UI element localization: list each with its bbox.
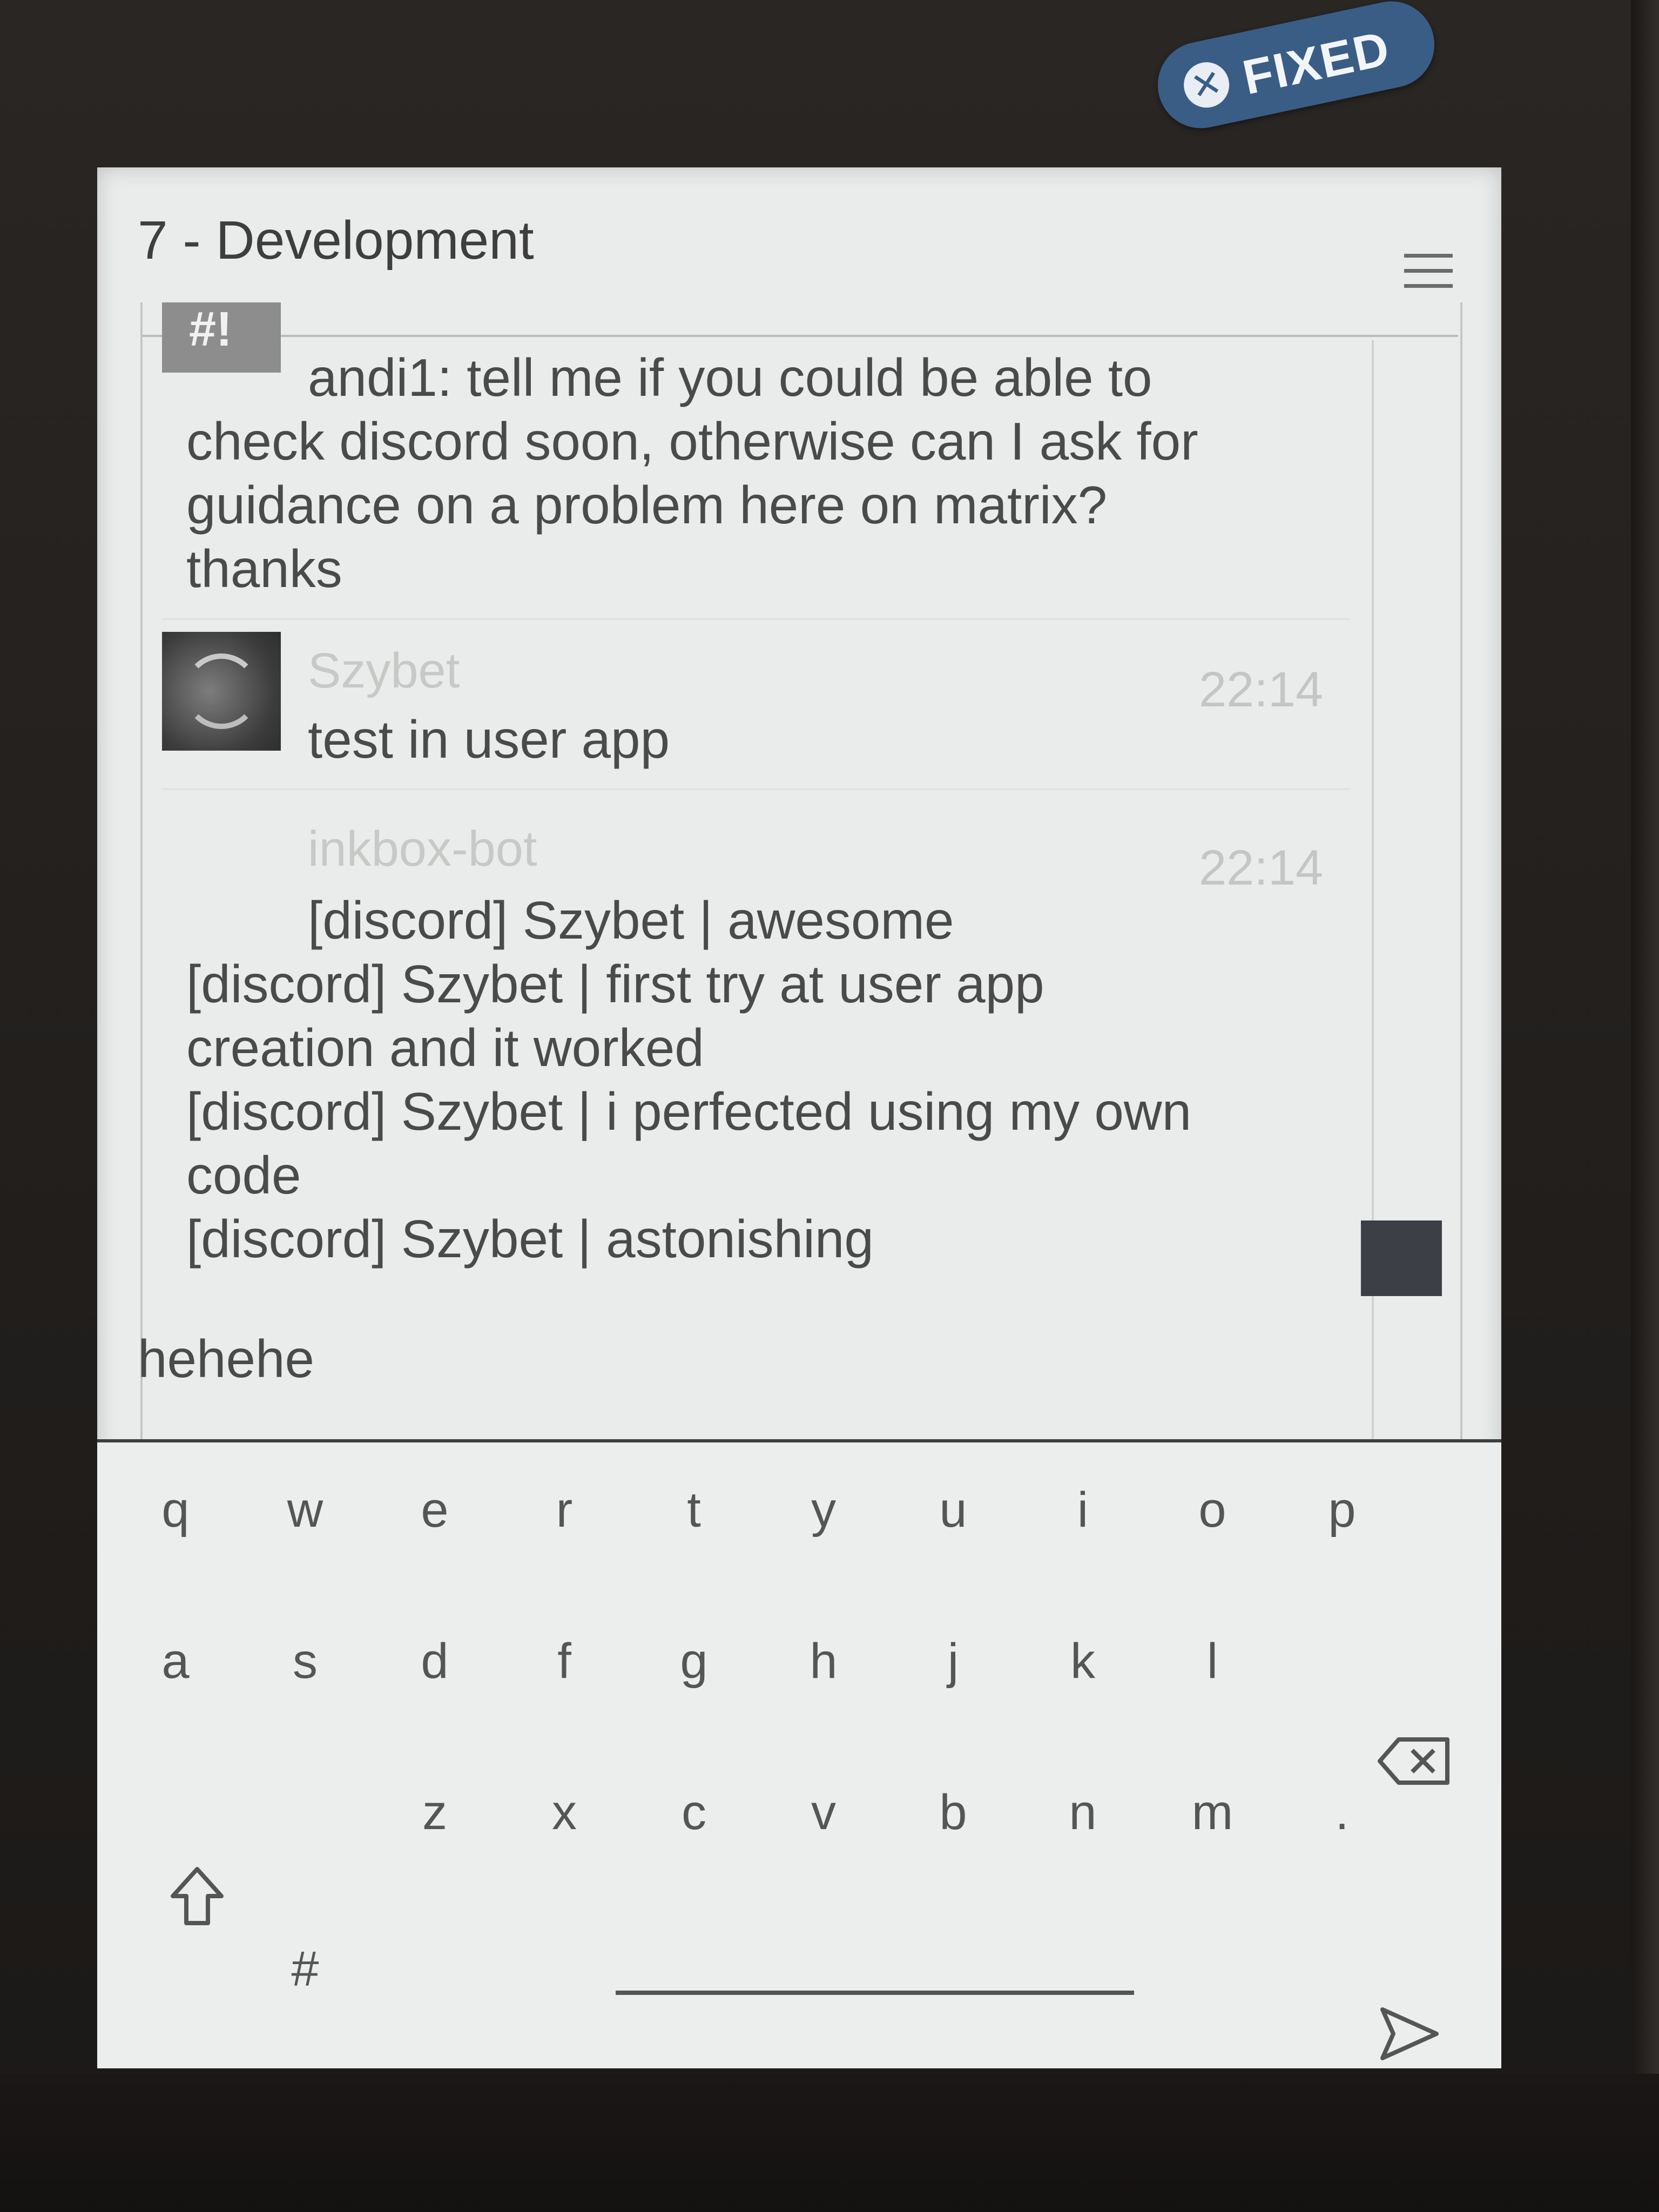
key-h[interactable]: h <box>783 1621 864 1702</box>
room-avatar: #! <box>162 302 281 373</box>
backspace-icon[interactable] <box>1377 1734 1453 1788</box>
app-screen: 7 - Development #! andi1: tell me if you… <box>97 167 1501 2068</box>
message-timestamp: 22:14 <box>1199 840 1324 895</box>
message-line: check discord soon, otherwise can I ask … <box>186 412 1198 471</box>
fixed-sticker: ✕ FIXED <box>1150 0 1442 137</box>
key-v[interactable]: v <box>783 1772 864 1853</box>
key-d[interactable]: d <box>394 1621 475 1702</box>
message-line: guidance on a problem here on matrix? <box>186 475 1108 535</box>
key-r[interactable]: r <box>524 1469 605 1550</box>
message-timestamp: 22:14 <box>1199 662 1324 717</box>
sender-name[interactable]: Szybet <box>308 643 460 699</box>
key-p[interactable]: p <box>1301 1469 1382 1550</box>
key-i[interactable]: i <box>1042 1469 1123 1550</box>
device-bottom-bezel <box>0 2074 1659 2212</box>
message-line: creation and it worked <box>186 1018 704 1077</box>
key-t[interactable]: t <box>653 1469 734 1550</box>
fixed-label: FIXED <box>1238 21 1395 105</box>
shift-arrow-icon[interactable] <box>167 1864 227 1928</box>
ereader-device: ✕ FIXED 7 - Development #! andi1: tell m… <box>0 0 1659 2212</box>
key-k[interactable]: k <box>1042 1621 1123 1702</box>
close-icon: ✕ <box>1179 58 1233 112</box>
key-z[interactable]: z <box>394 1772 475 1853</box>
key-c[interactable]: c <box>653 1772 734 1853</box>
key-g[interactable]: g <box>653 1621 734 1702</box>
key-n[interactable]: n <box>1042 1772 1123 1853</box>
room-title: 7 - Development <box>138 210 534 271</box>
message-line: code <box>186 1145 301 1205</box>
key-e[interactable]: e <box>394 1469 475 1550</box>
key-l[interactable]: l <box>1172 1621 1253 1702</box>
key-period[interactable]: . <box>1301 1772 1382 1853</box>
key-u[interactable]: u <box>913 1469 994 1550</box>
message-line: andi1: tell me if you could be able to <box>308 348 1152 407</box>
message-input[interactable]: hehehe <box>138 1328 314 1390</box>
key-f[interactable]: f <box>524 1621 605 1702</box>
space-bar[interactable] <box>616 1991 1134 1995</box>
key-j[interactable]: j <box>913 1621 994 1702</box>
symbols-key[interactable]: # <box>265 1928 346 2009</box>
onscreen-keyboard: q w e r t y u i o p a s d f g h j k l z … <box>97 1442 1501 2068</box>
sender-name[interactable]: inkbox-bot <box>308 821 537 878</box>
send-icon[interactable] <box>1377 2004 1442 2063</box>
key-q[interactable]: q <box>135 1469 216 1550</box>
message-line: [discord] Szybet | i perfected using my … <box>186 1082 1192 1141</box>
hamburger-menu-icon[interactable] <box>1404 254 1453 292</box>
key-s[interactable]: s <box>265 1621 346 1702</box>
key-x[interactable]: x <box>524 1772 605 1853</box>
user-avatar[interactable] <box>162 632 281 751</box>
key-o[interactable]: o <box>1172 1469 1253 1550</box>
message-line: thanks <box>186 539 342 598</box>
message-line: [discord] Szybet | awesome <box>308 891 954 950</box>
message-line: [discord] Szybet | first try at user app <box>186 954 1044 1014</box>
key-b[interactable]: b <box>913 1772 994 1853</box>
key-y[interactable]: y <box>783 1469 864 1550</box>
key-m[interactable]: m <box>1172 1772 1253 1853</box>
message-separator <box>162 788 1350 790</box>
message-separator <box>162 618 1350 620</box>
message-line: [discord] Szybet | astonishing <box>186 1209 874 1269</box>
message-line: test in user app <box>308 710 670 769</box>
key-a[interactable]: a <box>135 1621 216 1702</box>
device-bezel-edge <box>1631 0 1659 2212</box>
key-w[interactable]: w <box>265 1469 346 1550</box>
